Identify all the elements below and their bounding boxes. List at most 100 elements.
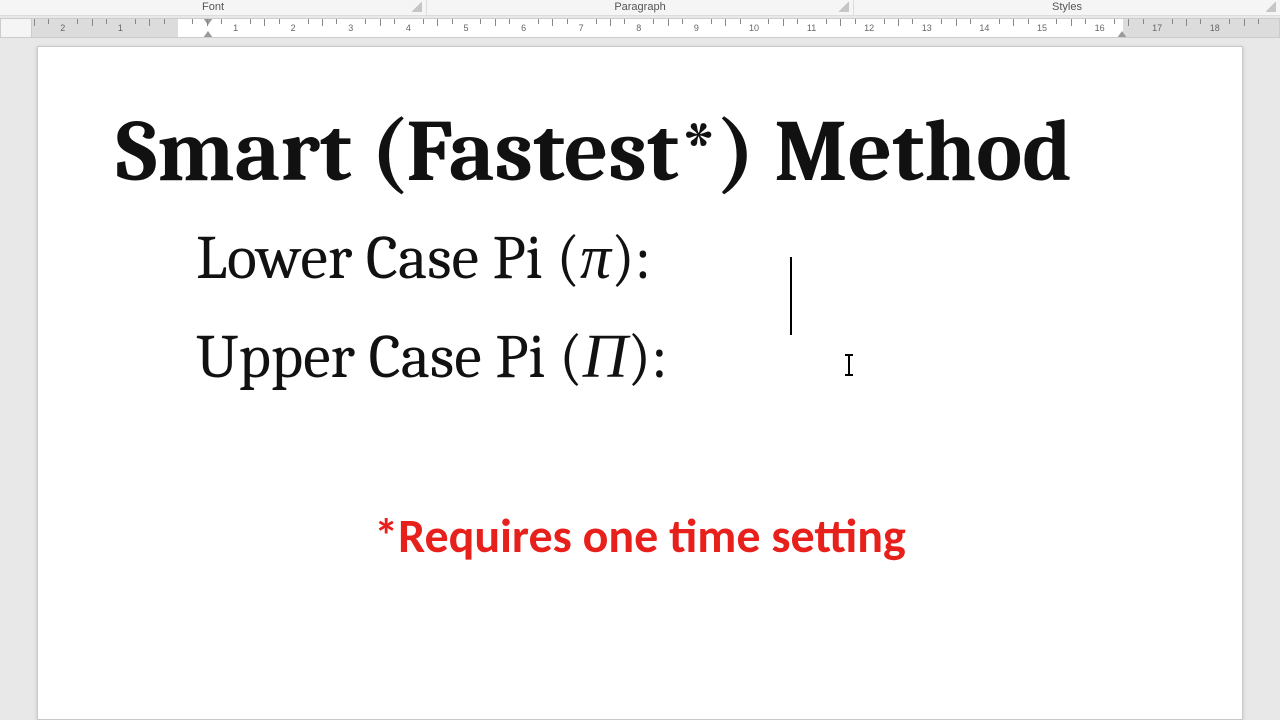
ruler-tick (423, 19, 424, 24)
ruler-tick (92, 19, 93, 26)
ribbon-group-font-label: Font (202, 1, 224, 13)
ruler-tick (164, 19, 165, 24)
ribbon-group-font: Font (0, 0, 426, 15)
ruler-tick (1200, 19, 1201, 24)
ruler-tick (250, 19, 251, 24)
ruler-tick (884, 19, 885, 24)
ruler-tick (336, 19, 337, 24)
right-indent-icon[interactable] (1117, 31, 1127, 38)
ruler-number: 2 (60, 23, 65, 33)
ruler-number: 13 (922, 23, 932, 33)
ruler-tick (365, 19, 366, 24)
dialog-launcher-icon[interactable] (839, 2, 849, 12)
ruler-tick (1143, 19, 1144, 24)
ruler-tick (956, 19, 957, 26)
text: ): (611, 222, 651, 294)
ruler-tick (768, 19, 769, 24)
pi-lower-symbol: π (580, 222, 611, 294)
ruler-tick (840, 19, 841, 26)
text: Upper Case Pi ( (196, 321, 583, 393)
ribbon-group-styles: Styles (854, 0, 1280, 15)
ruler-tick (380, 19, 381, 26)
ibeam-cursor-icon (848, 355, 850, 375)
ruler-number: 7 (579, 23, 584, 33)
ruler-number: 16 (1095, 23, 1105, 33)
ruler-tick (279, 19, 280, 24)
ruler-tick (596, 19, 597, 24)
ruler-number: 8 (636, 23, 641, 33)
ruler-tick (783, 19, 784, 26)
ruler-tick (725, 19, 726, 26)
ruler-tick (567, 19, 568, 24)
ruler-tick (394, 19, 395, 24)
ruler-number: 15 (1037, 23, 1047, 33)
ruler-tick (1258, 19, 1259, 24)
ruler-tick (34, 19, 35, 26)
ruler-tick (264, 19, 265, 26)
ruler-number: 5 (463, 23, 468, 33)
ruler-tick (207, 19, 208, 26)
ruler-tick (48, 19, 49, 24)
ruler-tick (1172, 19, 1173, 24)
ruler-tick (509, 19, 510, 24)
ruler-gutter (0, 18, 31, 38)
ruler-tick (682, 19, 683, 24)
ruler-tick (855, 19, 856, 24)
ribbon-group-paragraph-label: Paragraph (614, 1, 665, 13)
ruler-tick (1028, 19, 1029, 24)
dialog-launcher-icon[interactable] (1266, 2, 1276, 12)
ruler-tick (941, 19, 942, 24)
ruler-tick (1085, 19, 1086, 24)
ruler-tick (624, 19, 625, 24)
hanging-indent-icon[interactable] (203, 31, 213, 38)
body-line-2: Upper Case Pi (Π): (196, 323, 1164, 391)
document-workspace: Smart (Fastest*) Method Lower Case Pi (π… (0, 40, 1280, 720)
first-line-indent-icon[interactable] (203, 18, 213, 25)
ruler-number: 4 (406, 23, 411, 33)
ribbon-group-labels: Font Paragraph Styles (0, 0, 1280, 16)
ruler-number: 18 (1210, 23, 1220, 33)
ribbon-group-paragraph: Paragraph (427, 0, 853, 15)
ruler-tick (135, 19, 136, 24)
ruler-scale[interactable]: 21123456789101112131415161718 (31, 18, 1280, 38)
ruler-tick (437, 19, 438, 26)
ruler-tick (999, 19, 1000, 24)
ruler-tick (711, 19, 712, 24)
ruler-number: 11 (807, 23, 816, 33)
text: Lower Case Pi ( (196, 222, 580, 294)
ruler-tick (480, 19, 481, 24)
ruler-number: 2 (291, 23, 296, 33)
dialog-launcher-icon[interactable] (412, 2, 422, 12)
ruler-tick (192, 19, 193, 24)
ruler-tick (797, 19, 798, 24)
body-line-1: Lower Case Pi (π): (196, 224, 1164, 292)
ruler-tick (668, 19, 669, 26)
ruler-tick (149, 19, 150, 26)
ruler-tick (898, 19, 899, 26)
ruler-tick (308, 19, 309, 24)
pi-upper-symbol: Π (583, 321, 628, 393)
ruler-tick (653, 19, 654, 24)
ruler-tick (552, 19, 553, 26)
ruler-tick (1186, 19, 1187, 26)
ruler-number: 14 (979, 23, 989, 33)
document-page[interactable]: Smart (Fastest*) Method Lower Case Pi (π… (37, 46, 1243, 720)
ruler-number: 12 (864, 23, 874, 33)
text-caret (790, 257, 792, 335)
ruler-number: 1 (118, 23, 123, 33)
ruler-tick (77, 19, 78, 24)
ruler-tick (912, 19, 913, 24)
ruler-number: 6 (521, 23, 526, 33)
ruler-tick (1244, 19, 1245, 26)
ruler-tick (1114, 19, 1115, 24)
ruler-tick (970, 19, 971, 24)
ribbon-group-styles-label: Styles (1052, 1, 1082, 13)
ruler-tick (1013, 19, 1014, 26)
ruler-tick (1229, 19, 1230, 24)
horizontal-ruler[interactable]: 21123456789101112131415161718 (0, 16, 1280, 40)
page-title: Smart (Fastest*) Method (116, 107, 1164, 198)
footnote-text: *Requires one time setting (116, 506, 1164, 565)
ruler-tick (740, 19, 741, 24)
ruler-tick (538, 19, 539, 24)
ruler-number: 1 (233, 23, 238, 33)
